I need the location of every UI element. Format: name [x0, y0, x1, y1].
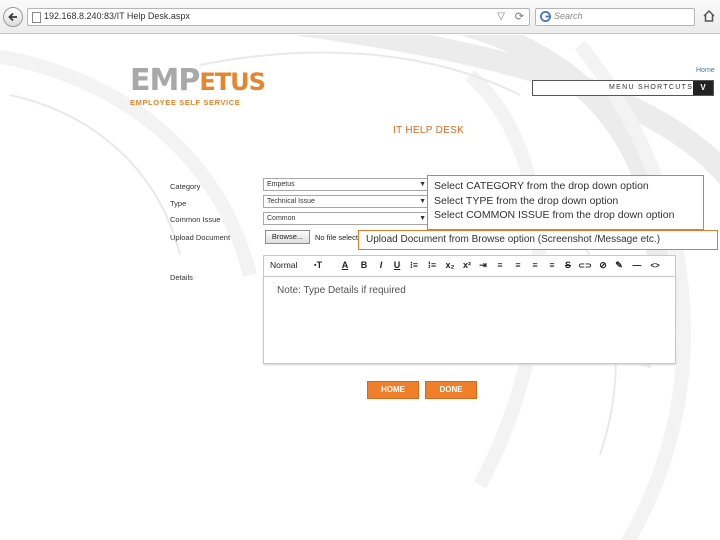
- upload-document-label: Upload Document: [170, 233, 231, 242]
- details-editor[interactable]: Note: Type Details if required: [263, 276, 676, 364]
- back-arrow-icon: [8, 12, 17, 22]
- bullet-list-icon[interactable]: ⁝≡: [407, 259, 421, 272]
- category-label: Category: [170, 182, 201, 191]
- logo-tagline: EMPLOYEE SELF SERVICE: [130, 98, 241, 107]
- page-title: IT HELP DESK: [393, 125, 465, 136]
- type-select[interactable]: Technical Issue ▼: [263, 195, 429, 208]
- italic-icon[interactable]: I: [376, 259, 386, 272]
- link-icon[interactable]: ⊂⊃: [577, 259, 593, 272]
- file-status: No file selected: [315, 233, 361, 242]
- instruction-category: Select CATEGORY from the drop down optio…: [434, 180, 649, 192]
- common-issue-label: Common Issue: [170, 215, 221, 224]
- align-center-icon[interactable]: ≡: [512, 259, 524, 272]
- superscript-icon[interactable]: x²: [460, 259, 474, 272]
- type-value: Technical Issue: [267, 198, 315, 205]
- page-icon: [32, 12, 41, 23]
- numbered-list-icon[interactable]: ⁞≡: [425, 259, 439, 272]
- subscript-icon[interactable]: x₂: [443, 259, 457, 272]
- dropdown-arrow-icon: ▼: [419, 181, 426, 188]
- dropdown-arrow-icon: ▼: [419, 215, 426, 222]
- align-right-icon[interactable]: ≡: [529, 259, 541, 272]
- editor-note: Note: Type Details if required: [277, 285, 406, 296]
- google-icon: [540, 11, 551, 22]
- instruction-type: Select TYPE from the drop down option: [434, 194, 619, 207]
- browse-button[interactable]: Browse...: [265, 230, 310, 244]
- clear-format-icon[interactable]: ꞏT: [312, 259, 324, 272]
- align-left-icon[interactable]: ≡: [494, 259, 506, 272]
- search-placeholder: Search: [554, 11, 583, 21]
- empetus-logo: EMPETUS EMPLOYEE SELF SERVICE: [130, 63, 266, 108]
- strikethrough-icon[interactable]: S: [563, 259, 573, 272]
- logo-text-etus: ETUS: [199, 68, 266, 96]
- underline-icon[interactable]: U: [392, 259, 402, 272]
- horizontal-rule-icon[interactable]: —: [630, 259, 644, 272]
- home-button[interactable]: HOME: [367, 381, 419, 399]
- logo-text-emp: EMP: [130, 63, 200, 98]
- indent-icon[interactable]: ⇥: [477, 259, 489, 272]
- format-select[interactable]: Normal: [270, 259, 297, 272]
- address-bar[interactable]: 192.168.8.240:83/IT Help Desk.aspx ▽ ⟳: [27, 8, 530, 26]
- menu-shortcuts-label: MENU SHORTCUTS: [609, 84, 694, 91]
- menu-toggle-button[interactable]: V: [693, 81, 713, 95]
- done-button[interactable]: DONE: [425, 381, 477, 399]
- menu-shortcuts-bar[interactable]: MENU SHORTCUTS V: [532, 80, 714, 96]
- reload-icon[interactable]: ⟳: [515, 10, 524, 23]
- dropdown-arrow-icon: ▼: [419, 198, 426, 205]
- justify-icon[interactable]: ≡: [546, 259, 558, 272]
- category-value: Empetus: [267, 181, 295, 188]
- unlink-icon[interactable]: ⊘: [597, 259, 609, 272]
- instruction-callout-selects: Select CATEGORY from the drop down optio…: [427, 175, 704, 230]
- home-icon[interactable]: [702, 9, 716, 23]
- editor-toolbar: Normal ꞏT A B I U ⁝≡ ⁞≡ x₂ x² ⇥ ≡ ≡ ≡ ≡ …: [263, 255, 676, 276]
- common-issue-select[interactable]: Common ▼: [263, 212, 429, 225]
- common-issue-value: Common: [267, 215, 296, 222]
- search-box[interactable]: Search: [535, 8, 695, 26]
- font-color-icon[interactable]: A: [339, 259, 351, 272]
- highlight-icon[interactable]: ✎: [613, 259, 625, 272]
- bold-icon[interactable]: B: [358, 259, 370, 272]
- browser-toolbar: 192.168.8.240:83/IT Help Desk.aspx ▽ ⟳ S…: [0, 0, 720, 34]
- back-button[interactable]: [3, 7, 23, 27]
- type-label: Type: [170, 199, 187, 208]
- instruction-callout-upload: Upload Document from Browse option (Scre…: [358, 230, 718, 250]
- category-select[interactable]: Empetus ▼: [263, 178, 429, 191]
- instruction-common-issue: Select COMMON ISSUE from the drop down o…: [434, 209, 675, 221]
- source-code-icon[interactable]: <>: [648, 259, 662, 272]
- home-link[interactable]: Home: [696, 67, 715, 74]
- details-label: Details: [170, 273, 193, 282]
- star-icon[interactable]: ▽: [497, 11, 505, 22]
- url-text: 192.168.8.240:83/IT Help Desk.aspx: [44, 11, 190, 21]
